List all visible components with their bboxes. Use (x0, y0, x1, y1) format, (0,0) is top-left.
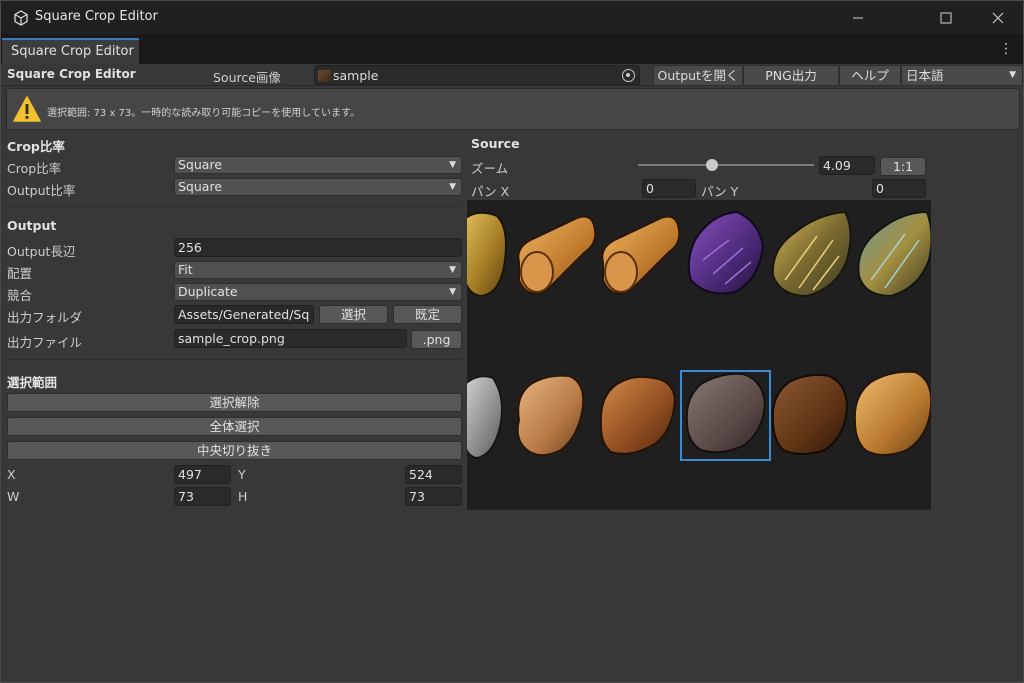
zoom-slider-thumb[interactable] (705, 159, 718, 171)
select-all-button[interactable]: 全体選択 (7, 417, 462, 436)
tab-square-crop-editor[interactable]: Square Crop Editor (2, 38, 139, 64)
zoom-one-to-one-button[interactable]: 1:1 (880, 157, 926, 176)
zoom-input[interactable]: 4.09 (819, 156, 875, 175)
close-button[interactable] (975, 1, 1021, 34)
warning-icon (13, 96, 41, 122)
crop-ratio-label: Crop比率 (7, 161, 62, 176)
language-dropdown[interactable]: 日本語 ▼ (901, 65, 1023, 86)
sprite-amethyst (687, 210, 765, 295)
folder-default-button[interactable]: 既定 (393, 305, 462, 324)
pan-x-label: パン X (471, 184, 510, 199)
chevron-down-icon: ▼ (449, 265, 456, 275)
y-input[interactable]: 524 (405, 465, 462, 484)
png-export-button[interactable]: PNG出力 (743, 65, 839, 86)
warning-message: 選択範囲: 73 x 73。一時的な読み取り可能コピーを使用しています。 (47, 108, 360, 119)
folder-select-button[interactable]: 選択 (319, 305, 388, 324)
editor-window: Square Crop Editor Square Crop Editor ⋮ … (0, 0, 1024, 683)
chevron-down-icon: ▼ (449, 287, 456, 297)
output-ratio-value: Square (178, 179, 223, 194)
crop-ratio-dropdown[interactable]: Square ▼ (174, 156, 462, 174)
open-output-button[interactable]: Outputを開く (653, 65, 743, 86)
minimize-button[interactable] (835, 1, 881, 34)
toolbar-title: Square Crop Editor (7, 67, 136, 81)
title-bar[interactable]: Square Crop Editor (1, 1, 1023, 34)
zoom-slider-track[interactable] (638, 164, 814, 166)
x-input[interactable]: 497 (174, 465, 231, 484)
conflict-value: Duplicate (178, 284, 238, 299)
source-image-value: sample (333, 68, 379, 83)
output-long-edge-label: Output長辺 (7, 244, 76, 259)
sprite-wood-log-1 (517, 215, 597, 295)
warning-help-box: 選択範囲: 73 x 73。一時的な読み取り可能コピーを使用しています。 (6, 88, 1020, 130)
chevron-down-icon: ▼ (1009, 70, 1016, 80)
png-extension-button[interactable]: .png (411, 330, 462, 349)
minimize-icon (853, 17, 863, 18)
pan-y-input[interactable]: 0 (872, 179, 926, 198)
maximize-icon (940, 12, 952, 23)
conflict-label: 競合 (7, 288, 33, 303)
output-section-title: Output (7, 218, 57, 233)
pan-y-label: パン Y (701, 184, 739, 199)
unity-cube-icon (14, 10, 28, 26)
conflict-dropdown[interactable]: Duplicate ▼ (174, 283, 462, 301)
pan-x-input[interactable]: 0 (642, 179, 696, 198)
y-label: Y (238, 467, 246, 482)
crop-ratio-value: Square (178, 157, 223, 172)
output-ratio-label: Output比率 (7, 183, 76, 198)
output-long-edge-input[interactable]: 256 (174, 238, 462, 257)
source-image-field[interactable]: sample (314, 65, 640, 85)
sprite-brown-rock (771, 373, 849, 455)
section-divider (7, 206, 462, 207)
close-icon (992, 12, 1004, 23)
h-input[interactable]: 73 (405, 487, 462, 506)
output-folder-label: 出力フォルダ (7, 310, 83, 325)
sprite-amber-ore (853, 370, 931, 456)
output-file-input[interactable]: sample_crop.png (174, 329, 407, 348)
output-file-label: 出力ファイル (7, 335, 83, 350)
help-button[interactable]: ヘルプ (839, 65, 901, 86)
source-preview-canvas[interactable] (467, 200, 931, 510)
sprite-gold-ore (467, 211, 507, 298)
chevron-down-icon: ▼ (449, 160, 456, 170)
zoom-label: ズーム (471, 161, 509, 176)
tab-strip: Square Crop Editor ⋮ (1, 34, 1023, 64)
sprite-sheet-preview (467, 210, 931, 460)
placement-dropdown[interactable]: Fit ▼ (174, 261, 462, 279)
toolbar: Square Crop Editor Source画像 sample Outpu… (1, 64, 1023, 86)
output-folder-input[interactable]: Assets/Generated/Sq (174, 305, 314, 324)
clear-selection-button[interactable]: 選択解除 (7, 393, 462, 412)
sprite-silver-ore (467, 375, 503, 460)
sprite-rust-ore (599, 375, 677, 455)
placement-value: Fit (178, 262, 193, 277)
selection-section-title: 選択範囲 (7, 375, 58, 390)
object-picker-icon[interactable] (622, 69, 635, 82)
source-image-label: Source画像 (213, 70, 281, 85)
x-label: X (7, 467, 16, 482)
w-label: W (7, 489, 20, 504)
h-label: H (238, 489, 248, 504)
sprite-teal-crystal (857, 210, 931, 298)
section-divider (7, 359, 462, 360)
placement-label: 配置 (7, 266, 33, 281)
center-crop-button[interactable]: 中央切り抜き (7, 441, 462, 460)
texture-thumbnail-icon (318, 70, 331, 82)
sprite-wood-log-2 (601, 215, 681, 295)
w-input[interactable]: 73 (174, 487, 231, 506)
language-value: 日本語 (906, 68, 944, 83)
selection-rectangle[interactable] (680, 370, 771, 461)
output-ratio-dropdown[interactable]: Square ▼ (174, 178, 462, 196)
chevron-down-icon: ▼ (449, 182, 456, 192)
maximize-button[interactable] (923, 1, 969, 34)
window-title: Square Crop Editor (35, 9, 158, 24)
source-section-title: Source (471, 136, 520, 151)
sprite-clay-chunk (516, 374, 585, 457)
sprite-gold-crystal (771, 210, 852, 298)
crop-ratio-section-title: Crop比率 (7, 139, 65, 154)
more-options-icon[interactable]: ⋮ (999, 40, 1013, 58)
